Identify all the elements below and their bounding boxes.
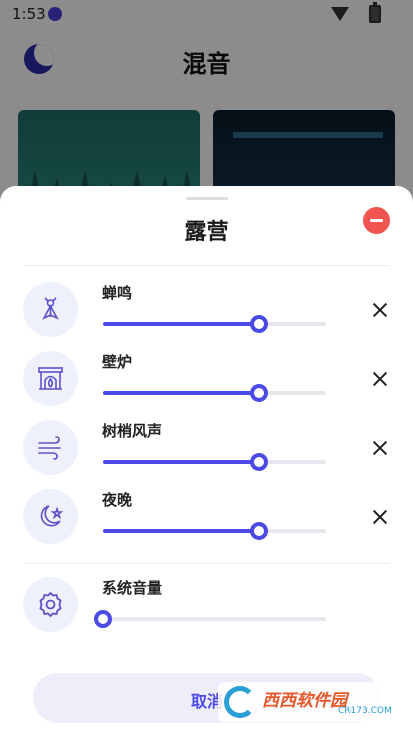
slider-fill bbox=[103, 322, 260, 326]
divider bbox=[24, 265, 390, 266]
system-volume-slider[interactable] bbox=[94, 610, 326, 628]
volume-slider[interactable] bbox=[103, 522, 326, 540]
sheet-title: 露营 bbox=[184, 220, 229, 245]
sound-row-fireplace: 壁炉 bbox=[0, 351, 413, 407]
slider-thumb[interactable] bbox=[94, 610, 112, 628]
volume-slider[interactable] bbox=[103, 453, 326, 471]
slider-thumb[interactable] bbox=[250, 384, 269, 402]
remove-mix-button[interactable] bbox=[363, 207, 390, 234]
slider-thumb[interactable] bbox=[250, 453, 269, 471]
slider-fill bbox=[103, 460, 260, 464]
wind-icon bbox=[23, 420, 78, 475]
sound-label: 夜晚 bbox=[102, 491, 133, 509]
volume-slider[interactable] bbox=[103, 315, 326, 333]
sound-label: 壁炉 bbox=[102, 353, 133, 371]
slider-thumb[interactable] bbox=[250, 315, 269, 333]
watermark-logo-icon bbox=[224, 686, 256, 718]
sound-row-night: 夜晚 bbox=[0, 489, 413, 545]
divider bbox=[24, 563, 390, 564]
watermark: 西西软件园 CR173.COM bbox=[218, 682, 398, 722]
cicada-icon bbox=[23, 282, 78, 337]
sound-row-cicada: 蝉鸣 bbox=[0, 282, 413, 338]
remove-sound-button[interactable] bbox=[372, 371, 388, 387]
night-moon-icon bbox=[23, 489, 78, 544]
system-volume-row: 系统音量 bbox=[0, 577, 413, 633]
slider-thumb[interactable] bbox=[250, 522, 269, 540]
sound-label: 树梢风声 bbox=[102, 422, 163, 440]
watermark-sub: CR173.COM bbox=[338, 706, 392, 716]
slider-fill bbox=[103, 529, 260, 533]
remove-sound-button[interactable] bbox=[372, 509, 388, 525]
fireplace-icon bbox=[23, 351, 78, 406]
mix-bottom-sheet: 露营 蝉鸣 壁炉 树梢风声 夜晚 系统音量 取消 bbox=[0, 186, 413, 734]
drag-handle[interactable] bbox=[186, 197, 228, 200]
volume-slider[interactable] bbox=[103, 384, 326, 402]
sound-label: 蝉鸣 bbox=[102, 284, 133, 302]
gear-icon bbox=[23, 577, 78, 632]
sound-label: 系统音量 bbox=[102, 579, 163, 597]
sound-row-wind: 树梢风声 bbox=[0, 420, 413, 476]
watermark-text: 西西软件园 bbox=[262, 691, 347, 711]
slider-fill bbox=[103, 391, 260, 395]
remove-sound-button[interactable] bbox=[372, 302, 388, 318]
remove-sound-button[interactable] bbox=[372, 440, 388, 456]
